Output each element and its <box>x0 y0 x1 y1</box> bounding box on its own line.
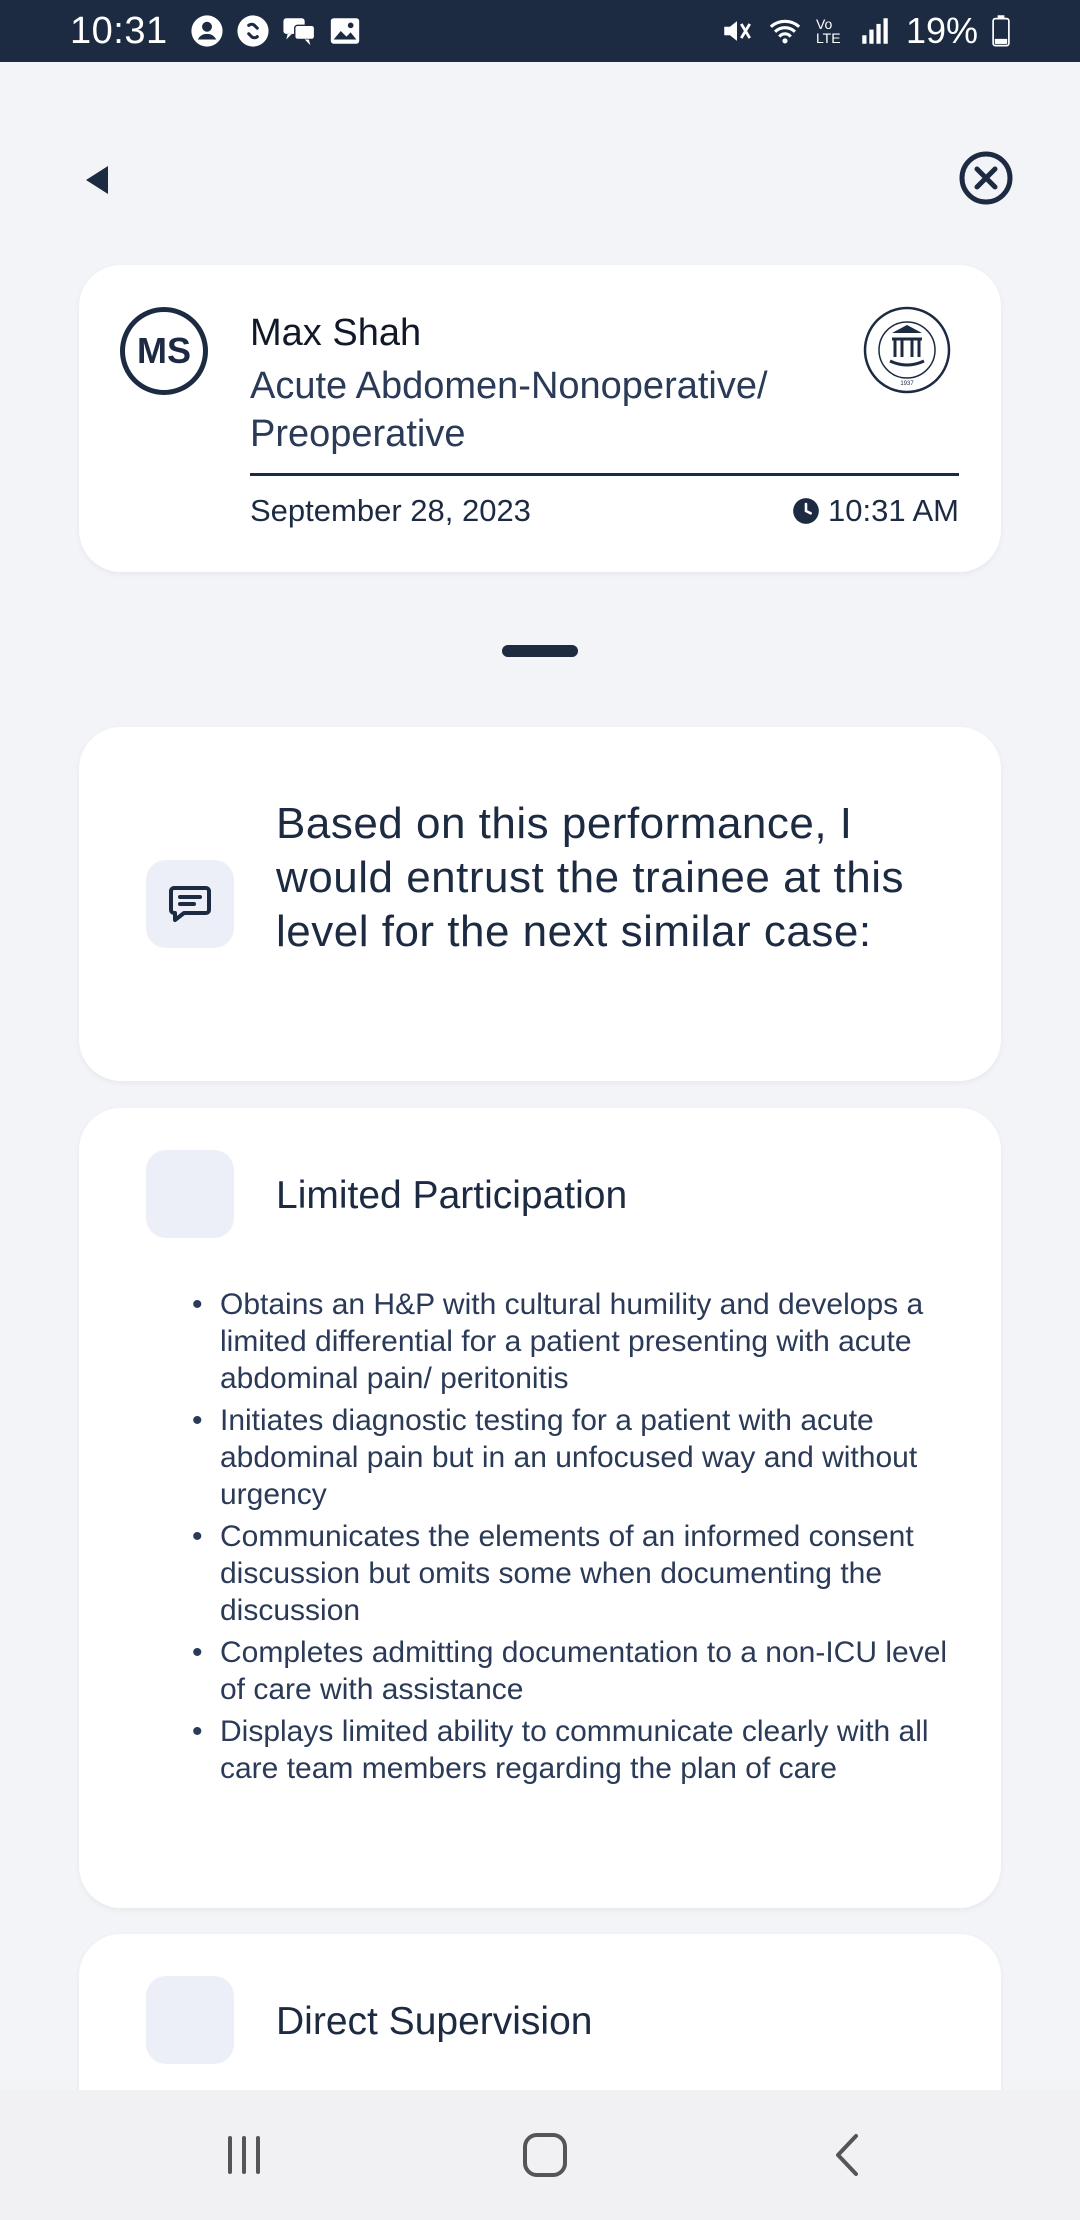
account-icon <box>191 15 223 47</box>
wifi-icon <box>769 19 801 44</box>
option-title: Limited Participation <box>276 1174 628 1217</box>
close-circle-icon[interactable] <box>958 150 1014 206</box>
option-title: Direct Supervision <box>276 2000 593 2043</box>
drag-handle[interactable] <box>502 645 578 657</box>
status-notification-icons <box>190 14 362 48</box>
svg-text:1937: 1937 <box>900 381 914 387</box>
assessment-time: 10:31 AM <box>828 493 959 528</box>
system-nav-bar <box>0 2090 1080 2220</box>
abs-seal-logo: 1937 <box>863 306 951 394</box>
back-arrow-icon[interactable] <box>78 160 118 200</box>
avatar: MS <box>120 307 208 395</box>
question-card: Based on this performance, I would entru… <box>79 727 1001 1081</box>
header-divider <box>250 473 959 476</box>
list-item: Communicates the elements of an informed… <box>192 1518 970 1629</box>
option-checkbox[interactable] <box>146 1150 234 1238</box>
battery-icon <box>992 15 1010 47</box>
recent-apps-icon[interactable] <box>214 2130 274 2180</box>
status-left: 10:31 <box>70 10 362 53</box>
volte-icon: Vo LTE <box>815 16 841 46</box>
assessment-time-wrap: 10:31 AM <box>792 493 959 529</box>
mute-icon <box>724 21 751 41</box>
option-description-list: Obtains an H&P with cultural humility an… <box>190 1286 970 1792</box>
status-bar: 10:31 Vo LTE 19% <box>0 0 1080 62</box>
question-icon-wrap <box>146 860 234 948</box>
battery-percent: 19% <box>905 10 978 51</box>
list-item: Initiates diagnostic testing for a patie… <box>192 1402 970 1513</box>
shazam-icon <box>237 15 269 47</box>
home-icon[interactable] <box>515 2130 575 2180</box>
signal-icon <box>862 18 888 44</box>
procedure-name: Acute Abdomen-Nonoperative/ Preoperative <box>250 365 768 455</box>
assessment-date: September 28, 2023 <box>250 493 531 528</box>
comment-icon <box>169 886 211 922</box>
top-nav <box>0 150 1080 210</box>
list-item: Displays limited ability to communicate … <box>192 1713 970 1787</box>
clock-icon <box>793 498 819 524</box>
list-item: Obtains an H&P with cultural humility an… <box>192 1286 970 1397</box>
status-right: Vo LTE 19% <box>720 10 1010 52</box>
status-time: 10:31 <box>70 9 168 52</box>
list-item: Completes admitting documentation to a n… <box>192 1634 970 1708</box>
option-card-limited-participation[interactable]: Limited Participation Obtains an H&P wit… <box>79 1108 1001 1908</box>
trainee-name: Max Shah <box>250 312 422 354</box>
question-text: Based on this performance, I would entru… <box>276 799 904 956</box>
chat-icon <box>283 18 315 46</box>
nav-back-icon[interactable] <box>818 2130 878 2180</box>
option-checkbox[interactable] <box>146 1976 234 2064</box>
image-icon <box>330 18 359 44</box>
assessment-header-card: MS Max Shah Acute Abdomen-Nonoperative/ … <box>79 265 1001 572</box>
